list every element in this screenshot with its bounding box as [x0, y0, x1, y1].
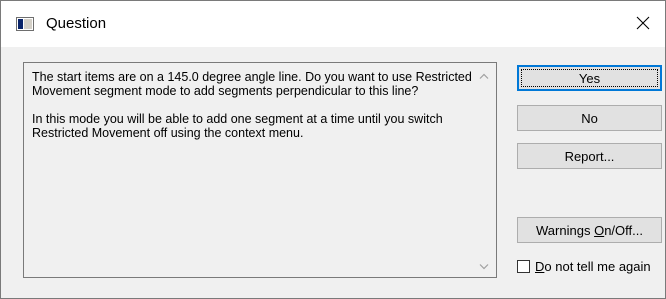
message-paragraph-1: The start items are on a 145.0 degree an… [32, 70, 476, 98]
do-not-tell-again-label: Do not tell me again [535, 258, 651, 274]
window-app-icon [16, 17, 34, 31]
message-text: The start items are on a 145.0 degree an… [32, 70, 478, 140]
warnings-button-label: Warnings On/Off... [536, 222, 643, 238]
focus-rectangle [521, 69, 658, 87]
no-button[interactable]: No [517, 105, 662, 131]
no-button-label: No [581, 110, 598, 126]
close-icon [636, 16, 650, 33]
report-button[interactable]: Report... [517, 143, 662, 169]
message-text-area[interactable]: The start items are on a 145.0 degree an… [23, 62, 497, 278]
do-not-tell-again-checkbox[interactable] [517, 259, 530, 273]
dialog-title: Question [46, 15, 107, 32]
warnings-mnemonic: O [594, 222, 605, 238]
message-paragraph-2: In this mode you will be able to add one… [32, 112, 447, 140]
question-dialog: Question The start items are on a 145.0 … [0, 0, 666, 299]
scroll-up-icon[interactable] [476, 69, 492, 83]
warnings-toggle-button[interactable]: Warnings On/Off... [517, 217, 662, 243]
title-bar: Question [1, 1, 665, 47]
close-button[interactable] [621, 1, 665, 47]
checkbox-mnemonic: D [535, 258, 545, 274]
report-button-label: Report... [564, 148, 615, 164]
do-not-tell-again-option[interactable]: Do not tell me again [517, 258, 651, 274]
yes-button[interactable]: Yes [517, 65, 662, 91]
scroll-down-icon[interactable] [476, 260, 492, 274]
